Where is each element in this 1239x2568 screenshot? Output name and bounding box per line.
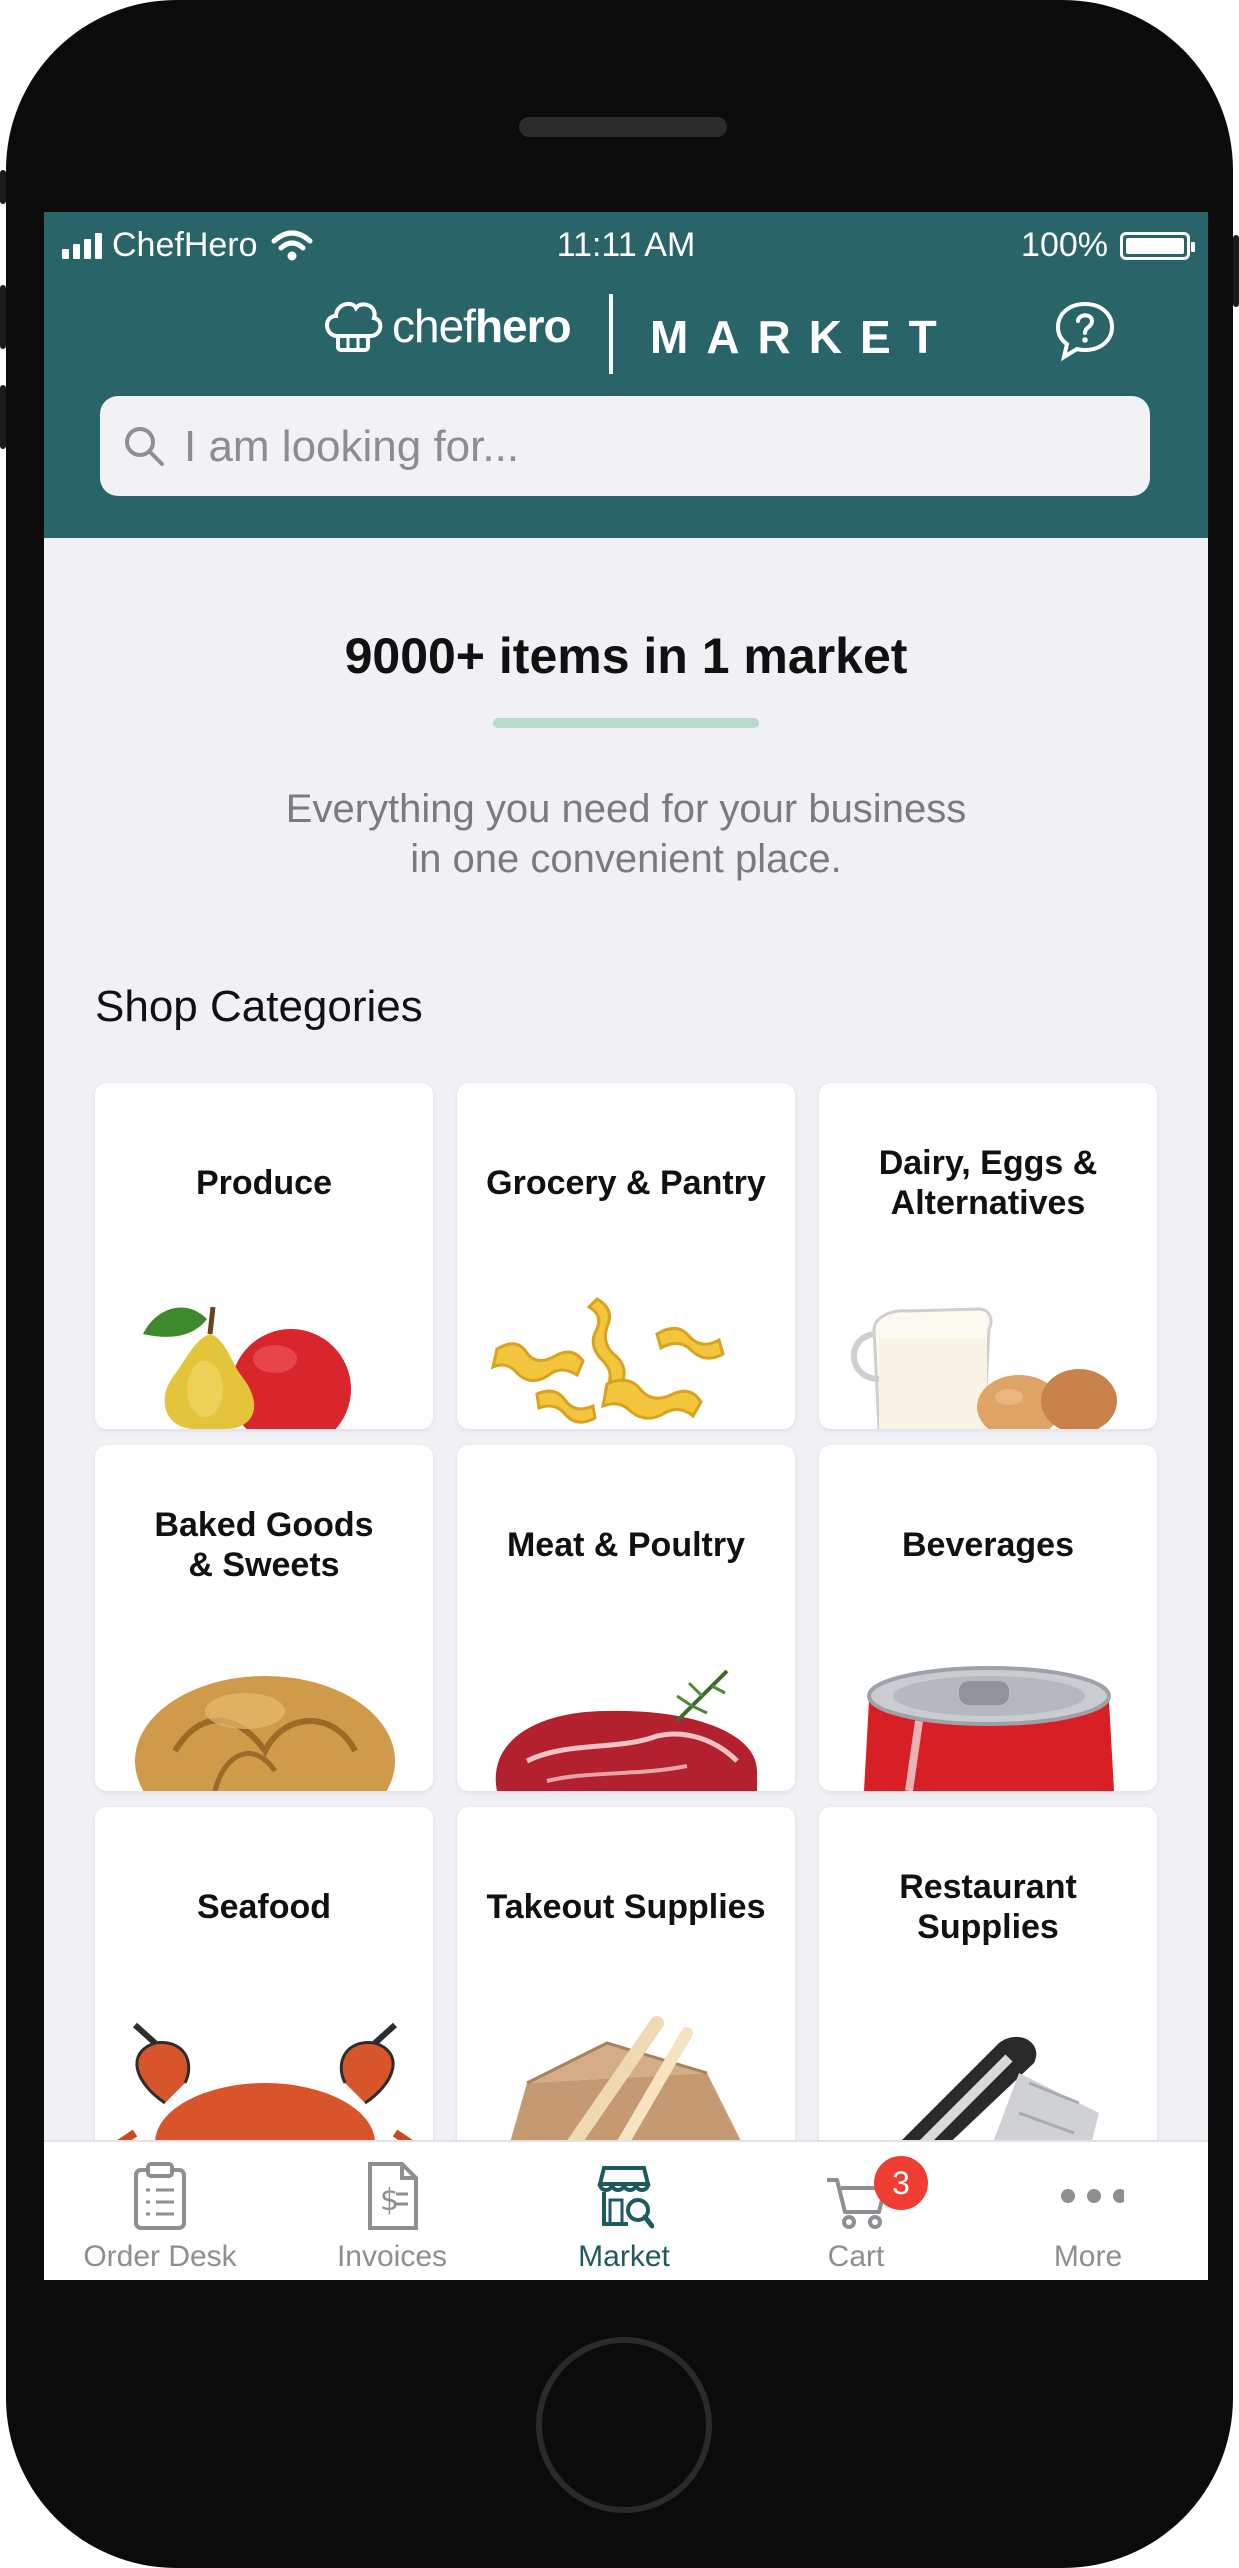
tab-more[interactable]: More [972,2142,1204,2280]
raw-steak-image [495,1669,757,1791]
category-card-meat-poultry[interactable]: Meat & Poultry [457,1445,795,1791]
tab-label: Order Desk [83,2240,237,2273]
volume-up-button [0,285,6,349]
category-card-takeout-supplies[interactable]: Takeout Supplies [457,1807,795,2153]
category-label: Produce [195,1164,333,1202]
tab-invoices[interactable]: $ Invoices [276,2142,508,2280]
phone-frame: ChefHero 11:11 AM 100% chefhero MARKET I… [0,0,1239,2568]
milk-jug-and-eggs-image [850,1307,1117,1429]
category-label: Restaurant Supplies [899,1868,1077,1946]
category-card-restaurant-supplies[interactable]: Restaurant Supplies [819,1807,1157,2153]
category-card-beverages[interactable]: Beverages [819,1445,1157,1791]
soda-can-image [864,1666,1114,1791]
power-button [1233,235,1239,307]
volume-down-button [0,385,6,449]
category-label: Beverages [901,1526,1074,1564]
category-label: Baked Goods & Sweets [154,1506,374,1584]
storefront-search-icon [597,2166,654,2229]
category-card-baked-goods[interactable]: Baked Goods & Sweets [95,1445,433,1791]
bottom-tab-bar: Order Desk $ Invoices Market 3 Cart More [44,2140,1208,2280]
tab-order-desk[interactable]: Order Desk [44,2142,276,2280]
category-card-grocery-pantry[interactable]: Grocery & Pantry [457,1083,795,1429]
bread-roll-image [135,1676,395,1791]
tab-label: Invoices [336,2240,448,2273]
tab-label: Market [578,2240,670,2273]
invoice-icon: $ [368,2162,418,2230]
earpiece-speaker [519,117,727,137]
category-label: Dairy, Eggs & Alternatives [878,1144,1098,1222]
cart-count-badge: 3 [874,2156,928,2210]
category-label: Takeout Supplies [486,1888,766,1926]
tab-market[interactable]: Market [508,2142,740,2280]
tab-label: More [1053,2240,1123,2273]
category-label: Grocery & Pantry [486,1164,766,1202]
home-button[interactable] [536,2337,712,2513]
crab-image [102,2022,428,2153]
takeout-box-and-fork-image [507,2016,747,2153]
mute-switch [0,170,6,204]
pear-and-apple-image [143,1306,351,1429]
tab-label: Cart [827,2240,885,2273]
more-dots-icon [1061,2189,1124,2203]
category-label: Seafood [196,1888,332,1926]
category-grid: Produce Grocery & Pantry Dairy, Eggs & A… [44,212,1208,2280]
category-card-seafood[interactable]: Seafood [95,1807,433,2153]
clipboard-icon [134,2162,186,2230]
fusilli-pasta-image [490,1297,725,1424]
app-screen: ChefHero 11:11 AM 100% chefhero MARKET I… [44,212,1208,2280]
svg-text:$: $ [380,2183,399,2218]
category-card-dairy-eggs[interactable]: Dairy, Eggs & Alternatives [819,1083,1157,1429]
category-label: Meat & Poultry [506,1526,746,1564]
category-card-produce[interactable]: Produce [95,1083,433,1429]
aluminum-foil-roll-image [889,2036,1099,2153]
tab-cart[interactable]: 3 Cart [740,2142,972,2280]
